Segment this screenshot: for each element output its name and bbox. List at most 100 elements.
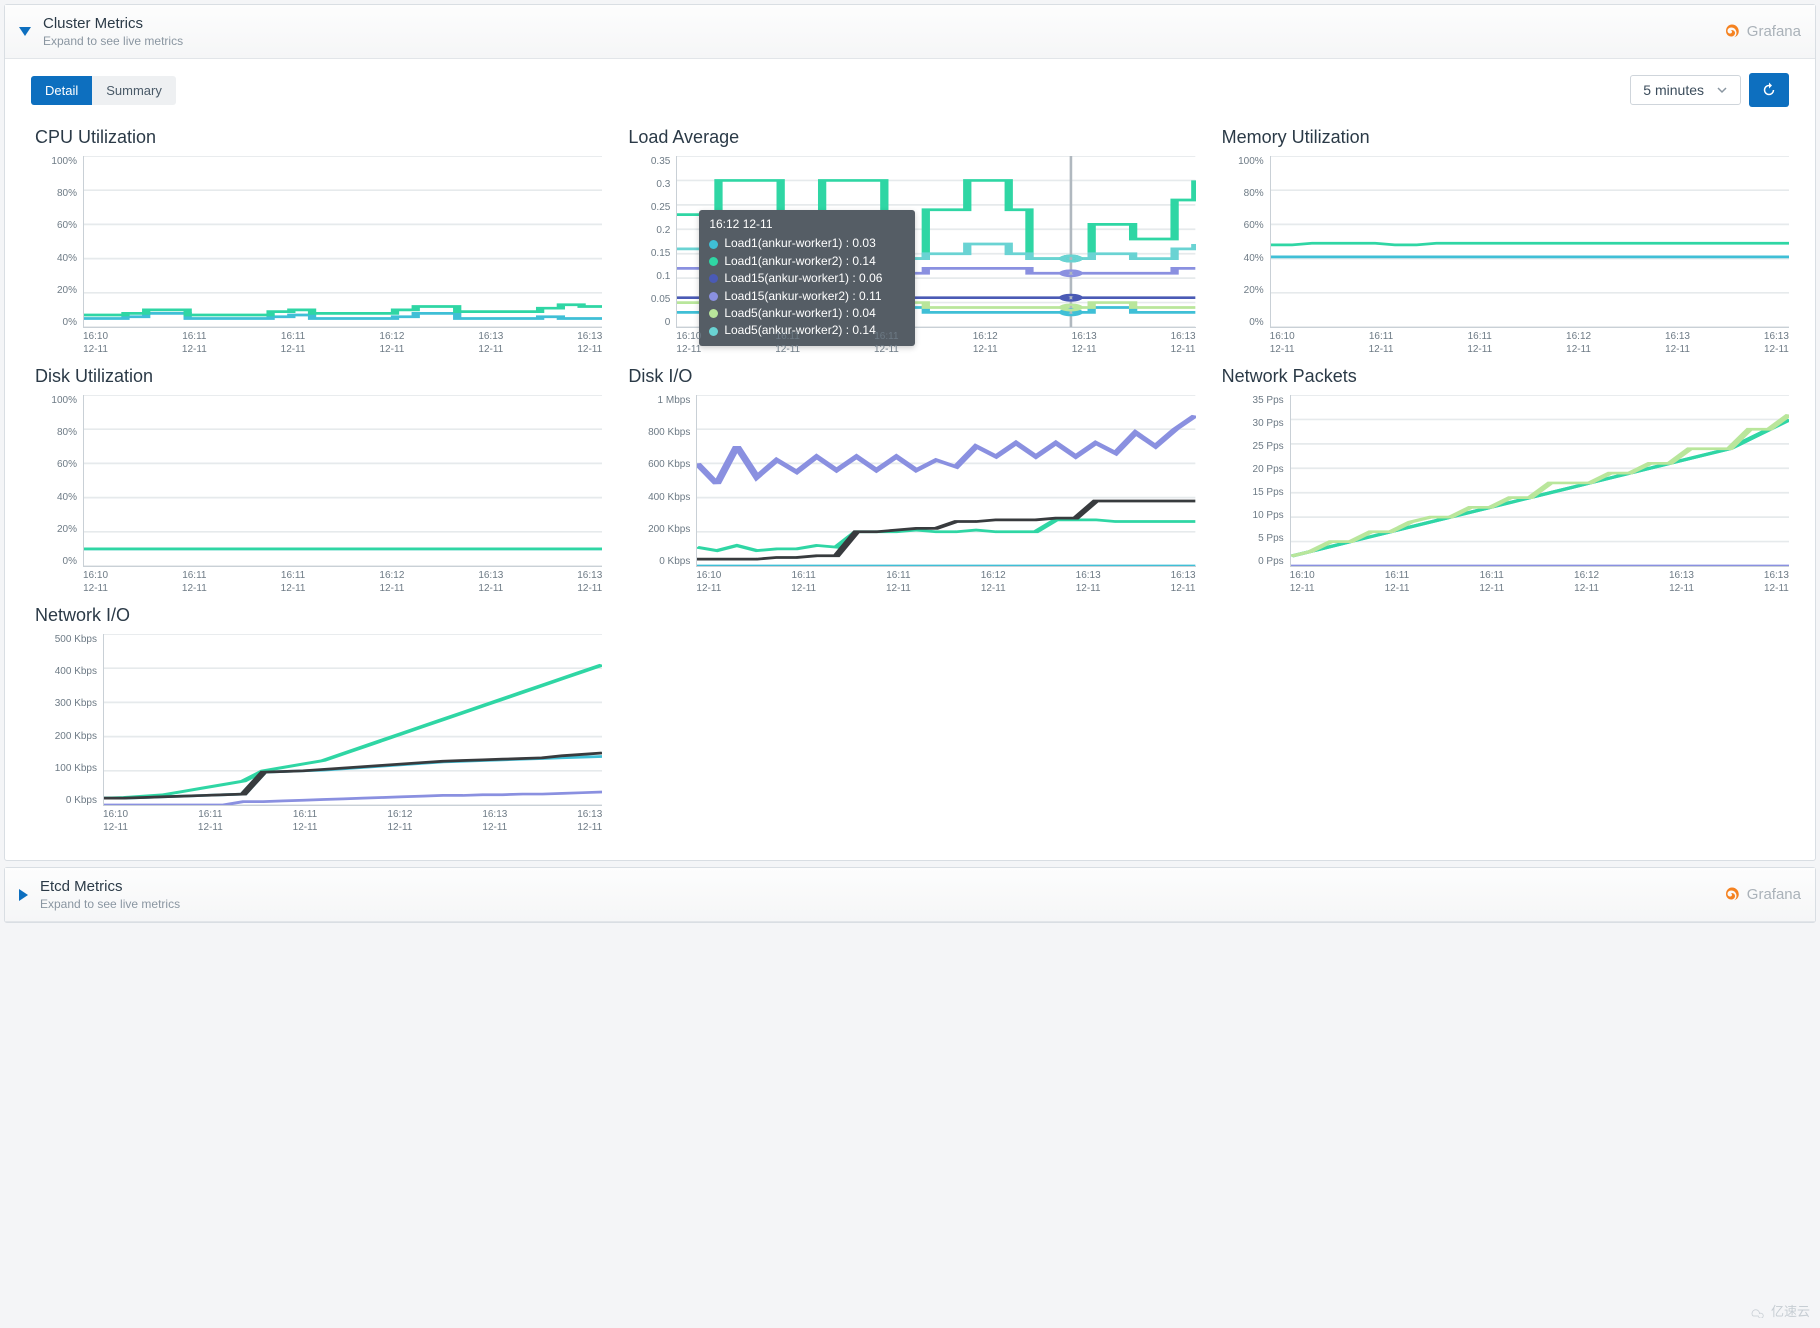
chart-body[interactable]: 100%80%60%40%20%0% 16:1012-1116:1112-111… <box>31 395 602 595</box>
y-axis: 0.350.30.250.20.150.10.050 <box>624 156 676 328</box>
tab-detail[interactable]: Detail <box>31 76 92 105</box>
watermark: 亿速云 <box>1747 1301 1810 1320</box>
x-tick: 16:1312-11 <box>1764 569 1789 595</box>
y-axis: 1 Mbps800 Kbps600 Kbps400 Kbps200 Kbps0 … <box>624 395 696 567</box>
grafana-icon <box>1723 886 1741 904</box>
y-tick: 35 Pps <box>1218 395 1284 406</box>
x-tick: 16:1112-11 <box>791 569 816 595</box>
legend-dot-icon <box>709 257 718 266</box>
x-tick: 16:1212-11 <box>973 330 998 356</box>
y-tick: 60% <box>31 220 77 231</box>
chart-body[interactable]: 100%80%60%40%20%0% 16:1012-1116:1112-111… <box>31 156 602 356</box>
refresh-button[interactable] <box>1749 73 1789 107</box>
y-tick: 800 Kbps <box>624 427 690 438</box>
x-tick: 16:1112-11 <box>1385 569 1410 595</box>
series-mem-worker2 <box>1271 243 1789 245</box>
toolbar: Detail Summary 5 minutes <box>31 73 1789 107</box>
legend-dot-icon <box>709 292 718 301</box>
y-tick: 300 Kbps <box>31 698 97 709</box>
x-tick: 16:1312-11 <box>1072 330 1097 356</box>
chart-net_pkt: Network Packets 35 Pps30 Pps25 Pps20 Pps… <box>1218 366 1789 595</box>
x-axis: 16:1012-1116:1112-1116:1112-1116:1212-11… <box>676 330 1195 356</box>
panel-subtitle: Expand to see live metrics <box>43 34 1723 48</box>
watermark-icon <box>1747 1304 1767 1318</box>
x-tick: 16:1012-11 <box>676 330 701 356</box>
y-tick: 0% <box>1218 317 1264 328</box>
grafana-icon <box>1723 23 1741 41</box>
plot-area[interactable] <box>1270 156 1789 328</box>
grafana-label: Grafana <box>1747 886 1801 903</box>
y-tick: 0% <box>31 556 77 567</box>
plot-area[interactable] <box>83 156 602 328</box>
y-tick: 80% <box>31 188 77 199</box>
x-tick: 16:1312-11 <box>1171 330 1196 356</box>
y-tick: 100% <box>31 156 77 167</box>
x-tick: 16:1312-11 <box>482 808 507 834</box>
y-tick: 60% <box>1218 220 1264 231</box>
tooltip-time: 16:12 12-11 <box>709 216 905 233</box>
series-write-w1 <box>697 416 1195 484</box>
tooltip-row: Load5(ankur-worker1) : 0.04 <box>709 305 905 322</box>
chart-title: CPU Utilization <box>31 127 602 148</box>
cluster-panel-header[interactable]: Cluster Metrics Expand to see live metri… <box>5 5 1815 59</box>
watermark-label: 亿速云 <box>1771 1301 1810 1320</box>
x-axis: 16:1012-1116:1112-1116:1112-1116:1212-11… <box>83 330 602 356</box>
chevron-down-icon <box>1716 84 1728 96</box>
y-axis: 500 Kbps400 Kbps300 Kbps200 Kbps100 Kbps… <box>31 634 103 806</box>
x-tick: 16:1312-11 <box>1665 330 1690 356</box>
y-tick: 400 Kbps <box>624 492 690 503</box>
legend-dot-icon <box>709 274 718 283</box>
y-tick: 10 Pps <box>1218 510 1284 521</box>
grafana-link[interactable]: Grafana <box>1723 23 1801 41</box>
y-tick: 60% <box>31 459 77 470</box>
chart-mem: Memory Utilization 100%80%60%40%20%0% 16… <box>1218 127 1789 356</box>
y-tick: 40% <box>1218 253 1264 264</box>
y-tick: 0 <box>624 317 670 328</box>
x-tick: 16:1212-11 <box>981 569 1006 595</box>
y-tick: 0 Kbps <box>31 795 97 806</box>
x-axis: 16:1012-1116:1112-1116:1112-1116:1212-11… <box>1290 569 1789 595</box>
y-tick: 20% <box>31 285 77 296</box>
grafana-link[interactable]: Grafana <box>1723 886 1801 904</box>
x-tick: 16:1012-11 <box>103 808 128 834</box>
series-nio-rx-w2 <box>104 792 602 805</box>
y-tick: 0% <box>31 317 77 328</box>
y-tick: 25 Pps <box>1218 441 1284 452</box>
time-range-dropdown[interactable]: 5 minutes <box>1630 75 1741 105</box>
chart-load: Load Average 0.350.30.250.20.150.10.050 … <box>624 127 1195 356</box>
y-tick: 20% <box>31 524 77 535</box>
panel-subtitle: Expand to see live metrics <box>40 897 1723 911</box>
plot-area[interactable] <box>83 395 602 567</box>
x-tick: 16:1012-11 <box>1270 330 1295 356</box>
x-tick: 16:1012-11 <box>696 569 721 595</box>
etcd-panel-header[interactable]: Etcd Metrics Expand to see live metrics … <box>5 868 1815 922</box>
collapse-toggle-icon[interactable] <box>19 27 31 36</box>
plot-area[interactable] <box>1290 395 1789 567</box>
tab-summary[interactable]: Summary <box>92 76 176 105</box>
chart-disk_io: Disk I/O 1 Mbps800 Kbps600 Kbps400 Kbps2… <box>624 366 1195 595</box>
x-tick: 16:1312-11 <box>577 330 602 356</box>
chart-body[interactable]: 500 Kbps400 Kbps300 Kbps200 Kbps100 Kbps… <box>31 634 602 834</box>
y-tick: 200 Kbps <box>31 731 97 742</box>
chart-body[interactable]: 35 Pps30 Pps25 Pps20 Pps15 Pps10 Pps5 Pp… <box>1218 395 1789 595</box>
y-tick: 5 Pps <box>1218 533 1284 544</box>
x-axis: 16:1012-1116:1112-1116:1112-1116:1212-11… <box>1270 330 1789 356</box>
y-tick: 600 Kbps <box>624 459 690 470</box>
chart-net_io: Network I/O 500 Kbps400 Kbps300 Kbps200 … <box>31 605 602 834</box>
y-tick: 40% <box>31 492 77 503</box>
chart-body[interactable]: 1 Mbps800 Kbps600 Kbps400 Kbps200 Kbps0 … <box>624 395 1195 595</box>
y-tick: 1 Mbps <box>624 395 690 406</box>
plot-area[interactable] <box>103 634 602 806</box>
chart-body[interactable]: 0.350.30.250.20.150.10.050 16:12 12-11 Lo… <box>624 156 1195 356</box>
x-tick: 16:1112-11 <box>182 330 207 356</box>
tooltip-row: Load1(ankur-worker1) : 0.03 <box>709 235 905 252</box>
plot-area[interactable]: 16:12 12-11 Load1(ankur-worker1) : 0.03 Lo… <box>676 156 1195 328</box>
y-axis: 100%80%60%40%20%0% <box>31 156 83 328</box>
tooltip-row: Load15(ankur-worker1) : 0.06 <box>709 270 905 287</box>
y-tick: 15 Pps <box>1218 487 1284 498</box>
time-range-value: 5 minutes <box>1643 82 1704 98</box>
chart-body[interactable]: 100%80%60%40%20%0% 16:1012-1116:1112-111… <box>1218 156 1789 356</box>
collapse-toggle-icon[interactable] <box>19 889 28 901</box>
plot-area[interactable] <box>696 395 1195 567</box>
cluster-metrics-panel: Cluster Metrics Expand to see live metri… <box>4 4 1816 861</box>
